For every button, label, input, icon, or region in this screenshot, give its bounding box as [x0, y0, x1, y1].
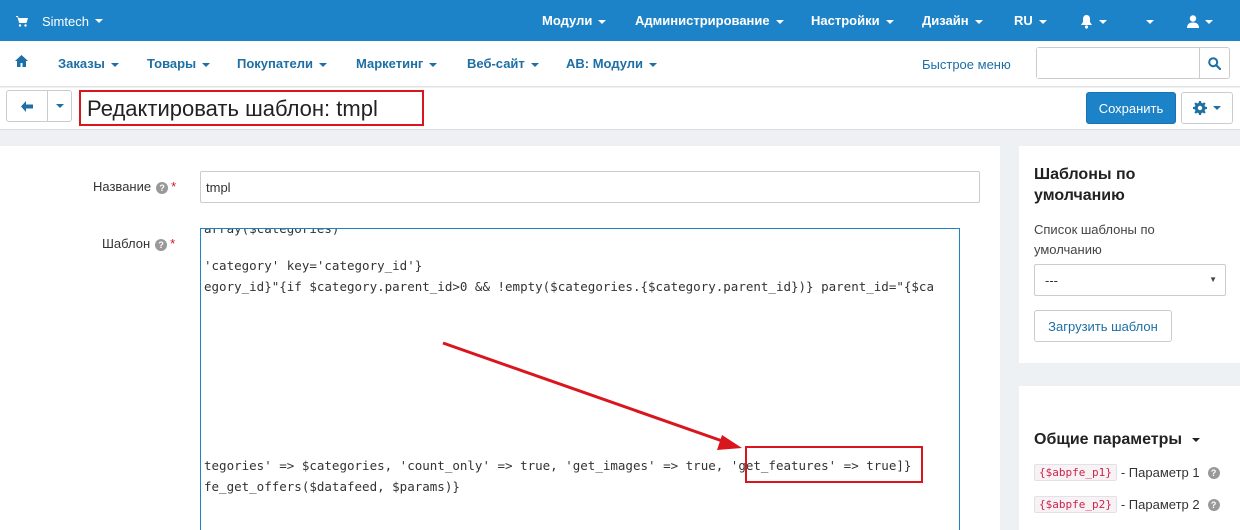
gear-icon	[1193, 101, 1207, 115]
required-mark: *	[171, 179, 177, 194]
default-templates-panel: Шаблоны по умолчанию Список шаблоны по у…	[1019, 146, 1240, 363]
save-button[interactable]: Сохранить	[1086, 92, 1176, 124]
common-params-panel: Общие параметры {$abpfe_p1} - Параметр 1?…	[1019, 386, 1240, 530]
chevron-down-icon	[1038, 19, 1047, 24]
search-input[interactable]	[1037, 48, 1201, 78]
back-button-group	[6, 90, 72, 122]
settings-dropdown-button[interactable]	[1181, 92, 1233, 124]
code-line: array($categories)	[204, 228, 340, 236]
chevron-down-icon	[1099, 19, 1107, 24]
home-link[interactable]	[15, 55, 28, 70]
code-line: egory_id}"{if $category.parent_id>0 && !…	[204, 279, 934, 294]
topmenu-design[interactable]: Дизайн	[922, 13, 983, 28]
code-line: fe_get_offers($datafeed, $params)}	[204, 479, 460, 494]
chevron-down-icon	[202, 62, 211, 67]
param-code: {$abpfe_p2}	[1034, 496, 1117, 513]
param-item: {$abpfe_p1} - Параметр 1?	[1034, 464, 1220, 481]
notifications-menu[interactable]	[1080, 13, 1107, 29]
template-field-label: Шаблон? *	[102, 236, 176, 251]
bell-icon	[1081, 14, 1092, 29]
highlight-box	[745, 446, 923, 483]
topmenu-language[interactable]: RU	[1014, 13, 1047, 28]
param-code: {$abpfe_p1}	[1034, 464, 1117, 481]
help-icon[interactable]: ?	[156, 181, 169, 194]
common-params-title[interactable]: Общие параметры	[1034, 431, 1201, 449]
nav-orders[interactable]: Заказы	[58, 56, 119, 71]
chevron-down-icon	[429, 62, 438, 67]
chevron-down-icon	[94, 19, 103, 23]
chevron-down-icon	[775, 19, 784, 24]
nav-ab-modules[interactable]: AB: Модули	[566, 56, 658, 71]
chevron-down-icon	[1192, 437, 1201, 442]
top-bar: Simtech Модули Администрирование Настрой…	[0, 0, 1240, 41]
search-icon	[1208, 56, 1221, 70]
home-icon	[15, 55, 28, 67]
title-bar: Редактировать шаблон: tmpl Сохранить	[0, 88, 1240, 130]
template-code-editor[interactable]: array($categories) 'category' key='categ…	[200, 228, 960, 530]
brand-name: Simtech	[42, 13, 89, 29]
chevron-down-icon	[110, 62, 119, 67]
chevron-down-icon	[649, 62, 658, 67]
nav-marketing[interactable]: Маркетинг	[356, 56, 438, 71]
topmenu-administration[interactable]: Администрирование	[635, 13, 784, 28]
name-field-label: Название? *	[93, 179, 177, 194]
chevron-down-icon	[318, 62, 327, 67]
search-box	[1036, 47, 1230, 79]
chevron-down-icon	[530, 62, 539, 67]
code-line: 'category' key='category_id'}	[204, 258, 423, 273]
cart-icon	[16, 15, 28, 27]
help-icon[interactable]: ?	[1207, 498, 1220, 511]
help-icon[interactable]: ?	[1207, 466, 1220, 479]
chevron-down-icon	[55, 104, 64, 108]
load-template-button[interactable]: Загрузить шаблон	[1034, 310, 1172, 342]
help-icon[interactable]: ?	[155, 238, 168, 251]
chevron-down-icon	[1146, 19, 1154, 24]
default-templates-list-label: Список шаблоны по умолчанию	[1034, 222, 1155, 257]
page-title: Редактировать шаблон: tmpl	[79, 90, 424, 126]
chevron-down-icon	[885, 19, 894, 24]
required-mark: *	[170, 236, 176, 251]
chevron-down-icon	[1213, 106, 1221, 110]
nav-products[interactable]: Товары	[147, 56, 211, 71]
default-templates-title: Шаблоны по умолчанию	[1034, 166, 1136, 204]
brand-menu[interactable]: Simtech	[16, 12, 103, 30]
topmenu-settings[interactable]: Настройки	[811, 13, 894, 28]
search-button[interactable]	[1199, 48, 1229, 78]
main-nav: Заказы Товары Покупатели Маркетинг Веб-с…	[0, 41, 1240, 87]
nav-customers[interactable]: Покупатели	[237, 56, 327, 71]
select-value: ---	[1045, 273, 1058, 288]
select-arrow-icon: ▼	[1209, 275, 1217, 284]
user-icon	[1187, 15, 1199, 29]
arrow-left-icon	[21, 100, 33, 112]
quick-menu-link[interactable]: Быстрое меню	[922, 57, 1011, 72]
nav-website[interactable]: Веб-сайт	[467, 56, 539, 71]
more-menu[interactable]	[1140, 13, 1154, 28]
name-input[interactable]	[200, 171, 980, 203]
back-dropdown-button[interactable]	[47, 91, 71, 121]
back-button[interactable]	[7, 91, 47, 121]
user-menu[interactable]	[1187, 13, 1213, 29]
chevron-down-icon	[1205, 19, 1213, 24]
topmenu-modules[interactable]: Модули	[542, 13, 607, 28]
chevron-down-icon	[598, 19, 607, 24]
default-template-select[interactable]: --- ▼	[1034, 264, 1226, 296]
param-item: {$abpfe_p2} - Параметр 2?	[1034, 496, 1220, 513]
chevron-down-icon	[974, 19, 983, 24]
